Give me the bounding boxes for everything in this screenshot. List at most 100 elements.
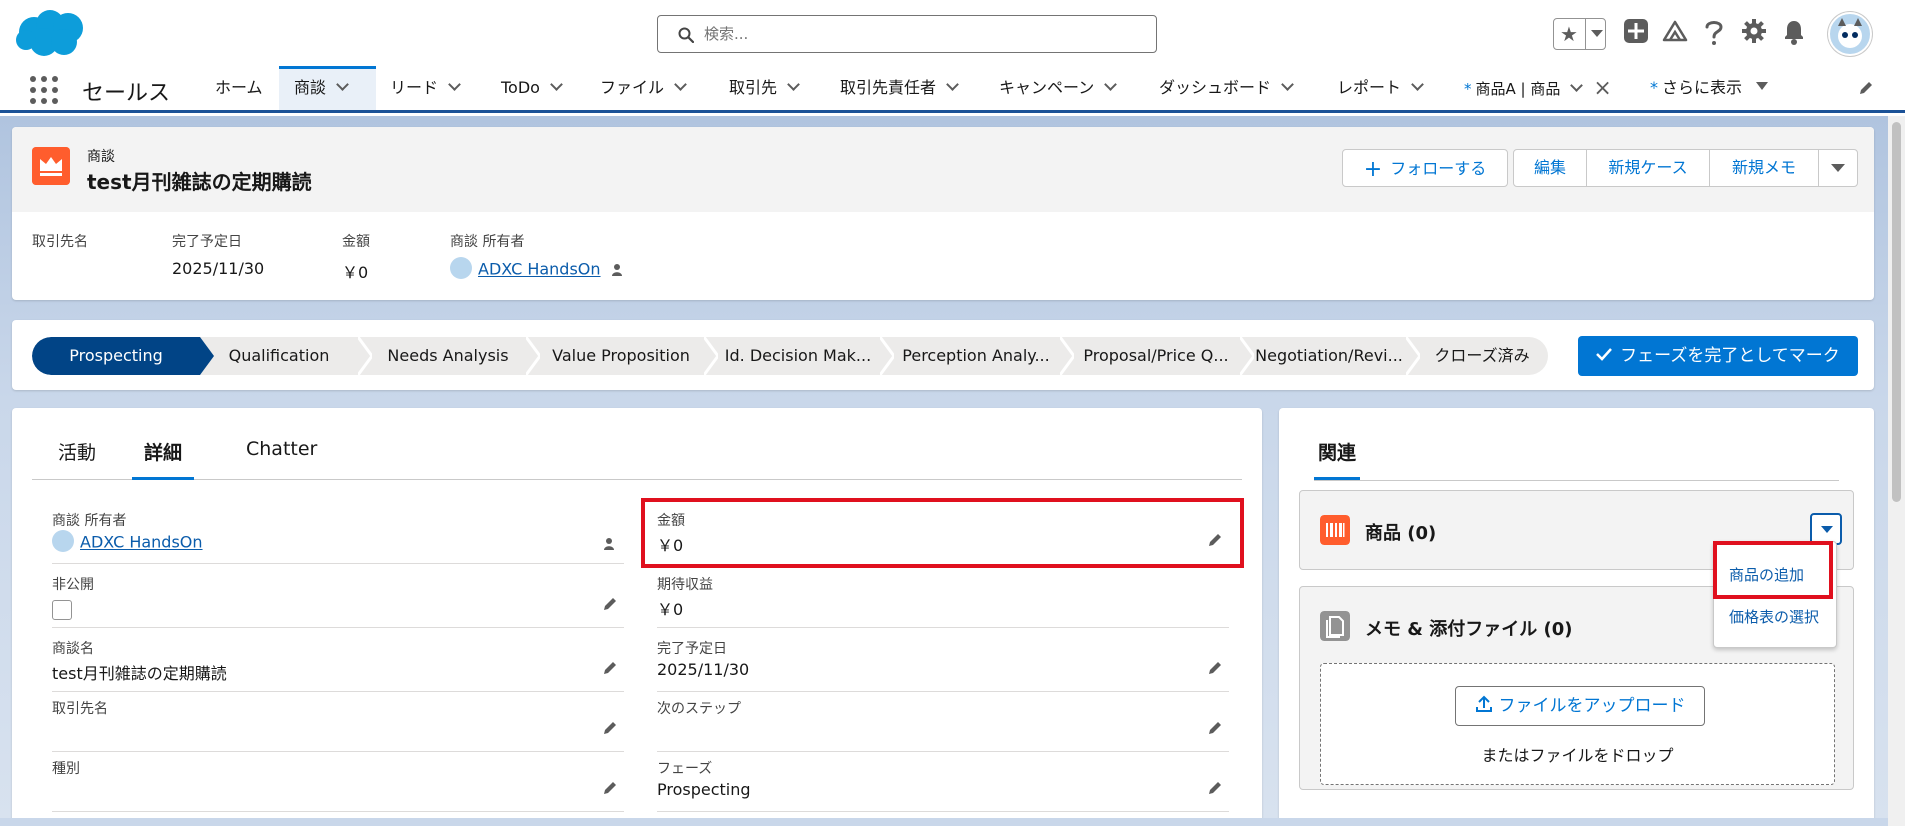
nav-item-campaigns[interactable]: キャンペーン xyxy=(999,66,1118,110)
bell-icon[interactable] xyxy=(1781,18,1807,46)
chevron-down-icon[interactable] xyxy=(1104,78,1118,91)
object-label: 商談 xyxy=(87,149,115,165)
field-account-name: 取引先名 xyxy=(52,694,624,752)
record-header: 商談 test月刊雑誌の定期購読 + フォローする 編集 新規ケース 新規メモ xyxy=(12,127,1874,212)
path-stage[interactable]: Qualification xyxy=(212,337,346,375)
path-stage[interactable]: Id. Decision Mak... xyxy=(718,337,878,375)
user-avatar[interactable] xyxy=(1828,12,1872,56)
chevron-down-icon[interactable] xyxy=(1591,30,1603,37)
trailhead-icon[interactable] xyxy=(1661,18,1689,46)
plus-icon: + xyxy=(1363,157,1383,182)
path-separator-icon xyxy=(358,337,372,375)
field-stage: フェーズ Prospecting xyxy=(657,754,1229,812)
field-type: 種別 xyxy=(52,754,624,812)
pencil-icon[interactable] xyxy=(602,780,618,796)
products-title[interactable]: 商品 (0) xyxy=(1365,519,1436,545)
field-next-step: 次のステップ xyxy=(657,694,1229,752)
new-note-button[interactable]: 新規メモ xyxy=(1709,149,1819,187)
nav-item-reports[interactable]: レポート xyxy=(1337,66,1424,110)
path-stage[interactable]: Proposal/Price Q... xyxy=(1074,337,1238,375)
chevron-down-icon[interactable] xyxy=(1281,78,1294,91)
file-drop-zone[interactable]: ファイルをアップロード またはファイルをドロップ xyxy=(1320,663,1835,785)
pencil-icon[interactable] xyxy=(602,596,618,612)
path-stage[interactable]: Value Proposition xyxy=(540,337,702,375)
pencil-icon[interactable] xyxy=(1207,660,1223,676)
chevron-down-icon[interactable] xyxy=(674,78,687,91)
more-actions-button[interactable] xyxy=(1818,149,1858,187)
caret-down-icon xyxy=(1831,164,1845,172)
tab-details[interactable]: 詳細 xyxy=(132,438,195,480)
field-close-date: 完了予定日 2025/11/30 xyxy=(657,634,1229,692)
chevron-down-icon[interactable] xyxy=(1411,78,1424,91)
help-icon[interactable] xyxy=(1702,18,1726,46)
upload-files-button[interactable]: ファイルをアップロード xyxy=(1455,686,1705,726)
search-input[interactable] xyxy=(704,22,1144,46)
nav-item-dashboards[interactable]: ダッシュボード xyxy=(1159,66,1294,110)
add-product-highlight-box xyxy=(1713,541,1833,599)
favorites-button[interactable]: ★ xyxy=(1553,18,1606,50)
path-stage[interactable]: クローズ済み xyxy=(1420,337,1544,375)
global-actions-icon[interactable] xyxy=(1623,18,1649,44)
path-separator-icon xyxy=(1406,337,1420,375)
nav-item-opportunities[interactable]: 商談 xyxy=(279,66,376,110)
salesforce-logo-icon[interactable] xyxy=(14,8,88,60)
page-scrollbar[interactable] xyxy=(1888,116,1905,826)
close-tab-icon[interactable]: × xyxy=(1593,76,1611,101)
record-highlights: 商談 test月刊雑誌の定期購読 + フォローする 編集 新規ケース 新規メモ 取… xyxy=(12,127,1874,300)
menu-item-choose-pricebook[interactable]: 価格表の選択 xyxy=(1729,606,1819,627)
caret-down-icon xyxy=(1821,526,1833,533)
pencil-icon[interactable] xyxy=(602,720,618,736)
chevron-down-icon[interactable] xyxy=(1570,79,1584,92)
path-stage-current[interactable]: Prospecting xyxy=(32,337,214,375)
pencil-icon[interactable] xyxy=(1207,780,1223,796)
chevron-down-icon[interactable] xyxy=(448,78,461,91)
caret-down-icon[interactable] xyxy=(1756,82,1769,90)
chevron-down-icon[interactable] xyxy=(550,78,563,91)
path-track: Prospecting Qualification Needs Analysis… xyxy=(32,337,1548,375)
follow-button[interactable]: + フォローする xyxy=(1342,149,1508,187)
app-nav-bar: セールス ホーム 商談 リード ToDo ファイル 取引先 取引先責任者 キャン… xyxy=(0,66,1905,113)
nav-item-contacts[interactable]: 取引先責任者 xyxy=(840,66,959,110)
gear-icon[interactable] xyxy=(1741,18,1767,44)
drop-files-text: またはファイルをドロップ xyxy=(1481,746,1674,765)
chevron-down-icon[interactable] xyxy=(787,78,800,91)
mark-stage-complete-button[interactable]: フェーズを完了としてマーク xyxy=(1578,336,1858,376)
nav-item-more[interactable]: * さらに表示 xyxy=(1650,66,1769,110)
opportunity-crown-icon xyxy=(32,147,70,185)
path-stage[interactable]: Needs Analysis xyxy=(372,337,524,375)
edit-button[interactable]: 編集 xyxy=(1513,149,1587,187)
path-stage[interactable]: Negotiation/Revi... xyxy=(1254,337,1404,375)
nav-item-product-a[interactable]: * 商品A | 商品 × xyxy=(1464,66,1612,110)
tab-chatter[interactable]: Chatter xyxy=(246,438,317,480)
chevron-down-icon[interactable] xyxy=(336,78,349,91)
record-tabs: 活動 詳細 Chatter xyxy=(32,426,1242,480)
nav-item-leads[interactable]: リード xyxy=(390,66,461,110)
path-stage[interactable]: Perception Analy... xyxy=(894,337,1058,375)
owner-avatar xyxy=(450,257,472,279)
owner-link[interactable]: ADXC HandsOn xyxy=(478,260,601,279)
tab-activity[interactable]: 活動 xyxy=(58,438,96,480)
new-case-button[interactable]: 新規ケース xyxy=(1586,149,1710,187)
change-owner-icon[interactable] xyxy=(602,536,618,552)
tab-related[interactable]: 関連 xyxy=(1314,438,1361,480)
nav-item-home[interactable]: ホーム xyxy=(215,66,263,110)
highlight-account: 取引先名 xyxy=(32,234,88,250)
record-name: test月刊雑誌の定期購読 xyxy=(87,170,312,194)
pencil-icon[interactable] xyxy=(602,660,618,676)
owner-link[interactable]: ADXC HandsOn xyxy=(80,533,203,552)
app-launcher-icon[interactable] xyxy=(30,76,58,104)
global-search[interactable] xyxy=(657,15,1157,53)
chevron-down-icon[interactable] xyxy=(946,78,959,91)
path-separator-icon xyxy=(880,337,894,375)
nav-item-accounts[interactable]: 取引先 xyxy=(729,66,800,110)
highlight-amount: 金額 ￥0 xyxy=(342,234,370,282)
field-private: 非公開 xyxy=(52,570,624,628)
change-owner-icon[interactable] xyxy=(610,262,626,278)
edit-nav-icon[interactable] xyxy=(1858,80,1874,96)
nav-item-files[interactable]: ファイル xyxy=(600,66,687,110)
pencil-icon[interactable] xyxy=(1207,720,1223,736)
astro-avatar-icon xyxy=(1838,18,1862,48)
nav-item-todo[interactable]: ToDo xyxy=(501,66,563,110)
notes-title[interactable]: メモ & 添付ファイル (0) xyxy=(1365,615,1572,641)
private-checkbox[interactable] xyxy=(52,600,72,620)
